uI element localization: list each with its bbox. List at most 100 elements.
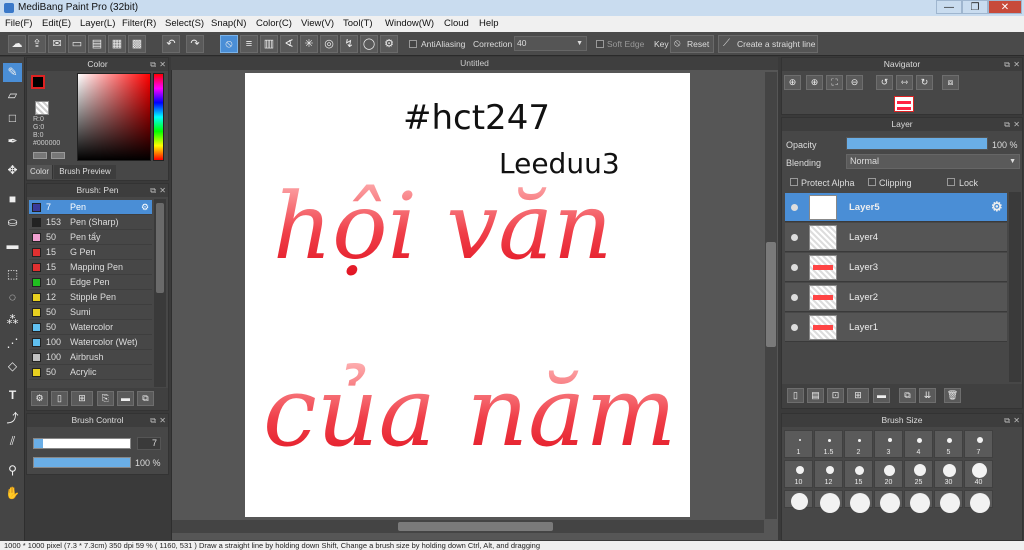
- brush-size-option[interactable]: 4: [904, 430, 933, 458]
- menu-color[interactable]: Color(C): [256, 18, 292, 29]
- brush-size-option[interactable]: 20: [874, 460, 903, 488]
- scrollbar-thumb[interactable]: [156, 203, 164, 293]
- magic-wand-tool-icon[interactable]: ⁂: [3, 311, 22, 330]
- fit-icon[interactable]: ⛶: [826, 75, 843, 90]
- menu-filter[interactable]: Filter(R): [122, 18, 156, 29]
- minimize-button[interactable]: —: [936, 0, 962, 14]
- undock-icon[interactable]: ⧉: [1004, 118, 1010, 131]
- layer-row[interactable]: Layer4: [785, 223, 1007, 252]
- snap-circle-icon[interactable]: ◎: [320, 35, 338, 53]
- layer-row[interactable]: Layer5 ⚙: [785, 193, 1007, 222]
- duplicate-icon[interactable]: ⧉: [137, 391, 154, 406]
- close-icon[interactable]: ✕: [159, 58, 166, 71]
- brush-size-option[interactable]: 30: [934, 460, 963, 488]
- brush-size-option[interactable]: 3: [874, 430, 903, 458]
- protect-alpha-checkbox[interactable]: [790, 178, 798, 186]
- brush-size-option[interactable]: [784, 490, 813, 510]
- close-icon[interactable]: ✕: [159, 414, 166, 427]
- lock-checkbox[interactable]: [947, 178, 955, 186]
- brush-item[interactable]: 50 Acrylic: [29, 365, 152, 380]
- reset-button[interactable]: ⦸ Reset: [670, 35, 714, 53]
- snap-radial-icon[interactable]: ✳: [300, 35, 318, 53]
- tab-brush-preview[interactable]: Brush Preview: [54, 165, 116, 179]
- brush-size-option[interactable]: 10: [784, 460, 813, 488]
- menu-layer[interactable]: Layer(L): [80, 18, 115, 29]
- visibility-eye-icon[interactable]: [791, 294, 798, 301]
- snap-curve-icon[interactable]: ↯: [340, 35, 358, 53]
- brush-item[interactable]: 50 Watercolor: [29, 320, 152, 335]
- color-mode-button[interactable]: [33, 152, 47, 159]
- brush-size-option[interactable]: [874, 490, 903, 513]
- visibility-eye-icon[interactable]: [791, 204, 798, 211]
- brush-item[interactable]: 100 Airbrush: [29, 350, 152, 365]
- close-icon[interactable]: ✕: [159, 184, 166, 197]
- new-8bit-layer-icon[interactable]: ⊡: [827, 388, 844, 403]
- undo-icon[interactable]: ↶: [162, 35, 180, 53]
- mirror-icon[interactable]: ⧈: [942, 75, 959, 90]
- brush-item[interactable]: 15 Mapping Pen: [29, 260, 152, 275]
- pen-tool-icon[interactable]: ✒: [3, 132, 22, 151]
- rotate-left-icon[interactable]: ↺: [876, 75, 893, 90]
- brush-size-option[interactable]: 1.5: [814, 430, 843, 458]
- brush-size-option[interactable]: 40: [964, 460, 993, 488]
- snap-settings-icon[interactable]: ⚙: [380, 35, 398, 53]
- vertical-scrollbar-thumb[interactable]: [766, 242, 776, 347]
- menu-tool[interactable]: Tool(T): [343, 18, 373, 29]
- close-button[interactable]: ✕: [988, 0, 1022, 14]
- brush-item[interactable]: 153 Pen (Sharp): [29, 215, 152, 230]
- brush-size-option[interactable]: [964, 490, 993, 513]
- clipping-checkbox[interactable]: [868, 178, 876, 186]
- snap-angle-icon[interactable]: ∢: [280, 35, 298, 53]
- menu-window[interactable]: Window(W): [385, 18, 434, 29]
- snap-grid-icon[interactable]: ▥: [260, 35, 278, 53]
- horizontal-scrollbar[interactable]: [172, 520, 764, 533]
- undock-icon[interactable]: ⧉: [150, 58, 156, 71]
- canvas[interactable]: #hct247 Leeduu3 hội văn của năm: [245, 73, 690, 517]
- rotate-right-icon[interactable]: ↻: [916, 75, 933, 90]
- saturation-value-picker[interactable]: [77, 73, 151, 161]
- visibility-eye-icon[interactable]: [791, 234, 798, 241]
- eraser-tool-icon[interactable]: ▱: [3, 86, 22, 105]
- zoom-in-alt-icon[interactable]: ⊕: [806, 75, 823, 90]
- brush-item[interactable]: 50 Sumi: [29, 305, 152, 320]
- zoom-out-icon[interactable]: ⊖: [846, 75, 863, 90]
- menu-select[interactable]: Select(S): [165, 18, 204, 29]
- copy-brush-icon[interactable]: ⎘: [97, 391, 114, 406]
- text-tool-icon[interactable]: T: [3, 386, 22, 405]
- brush-size-option[interactable]: 2: [844, 430, 873, 458]
- brush-settings-icon[interactable]: ⚙: [31, 391, 48, 406]
- lasso-tool-icon[interactable]: ◌: [3, 288, 22, 307]
- brush-size-option[interactable]: 12: [814, 460, 843, 488]
- tab-color[interactable]: Color: [27, 165, 53, 179]
- layer-opacity-slider[interactable]: [846, 137, 988, 150]
- operation-tool-icon[interactable]: ⤴: [3, 409, 22, 428]
- brush-size-option[interactable]: 1: [784, 430, 813, 458]
- chat-icon[interactable]: ▭: [68, 35, 86, 53]
- grid-icon[interactable]: ▩: [128, 35, 146, 53]
- eyedropper-tool-icon[interactable]: ⚲: [3, 461, 22, 480]
- brush-size-option[interactable]: [904, 490, 933, 513]
- new-brush-icon[interactable]: ▯: [51, 391, 68, 406]
- eyedropper-button[interactable]: [51, 152, 65, 159]
- snap-ellipse-icon[interactable]: ◯: [360, 35, 378, 53]
- layer-settings-gear-icon[interactable]: ⚙: [991, 199, 1003, 215]
- brush-settings-gear-icon[interactable]: ⚙: [141, 200, 149, 215]
- correction-input[interactable]: 40 ▼: [514, 36, 587, 51]
- brush-item[interactable]: 12 Stipple Pen: [29, 290, 152, 305]
- close-icon[interactable]: ✕: [1013, 414, 1020, 427]
- brush-size-option[interactable]: [934, 490, 963, 513]
- brush-size-option[interactable]: [844, 490, 873, 513]
- brush-size-option[interactable]: 5: [934, 430, 963, 458]
- straight-line-button[interactable]: ⟋ Create a straight line: [718, 35, 818, 53]
- rectangle-tool-icon[interactable]: □: [3, 109, 22, 128]
- visibility-eye-icon[interactable]: [791, 264, 798, 271]
- brush-size-value[interactable]: 7: [137, 437, 161, 450]
- flip-icon[interactable]: ⇿: [896, 75, 913, 90]
- gradient-tool-icon[interactable]: ▬: [3, 236, 22, 255]
- select-rect-tool-icon[interactable]: ⬚: [3, 265, 22, 284]
- antialiasing-checkbox[interactable]: [409, 40, 417, 48]
- menu-cloud[interactable]: Cloud: [444, 18, 469, 29]
- select-pen-tool-icon[interactable]: ⋰: [3, 334, 22, 353]
- navigator-thumbnail[interactable]: [894, 96, 914, 112]
- brush-size-option[interactable]: 7: [964, 430, 993, 458]
